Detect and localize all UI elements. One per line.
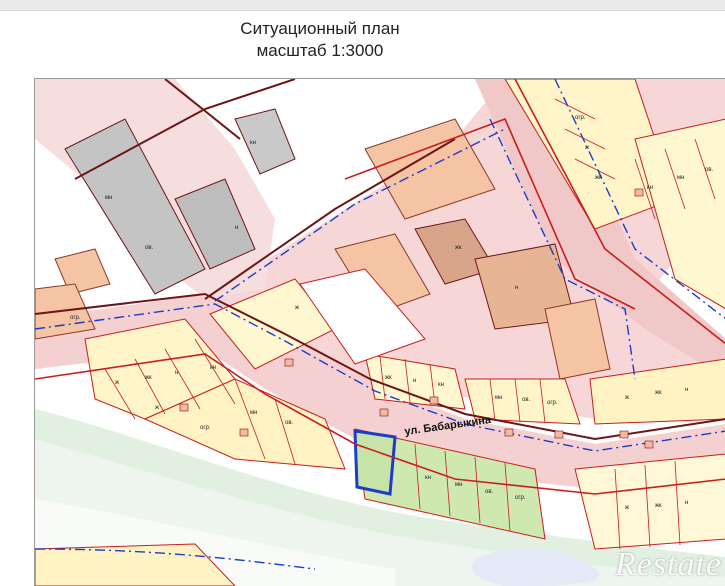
map-title: Ситуационный план [240, 19, 400, 38]
zone-label: кн [250, 140, 256, 146]
watermark: Restate [614, 546, 722, 583]
zone-label: н [685, 500, 688, 506]
zone-label: мн [455, 482, 462, 488]
zone-label: ов. [705, 167, 714, 173]
zone-label: н [235, 225, 238, 231]
zone-label: огр. [70, 315, 81, 321]
zone-label: кн [647, 185, 653, 191]
zone-label: огр. [547, 400, 558, 406]
map-scale: масштаб 1:3000 [256, 41, 384, 60]
zone-label: мн [105, 195, 112, 201]
zone-label: кн [438, 382, 444, 388]
situational-plan-map[interactable]: ул. Бабарыкина ж жк н кн мн ов. огр. ж жк н кн мн ов… [34, 78, 725, 586]
zone-label: огр. [200, 425, 211, 431]
zone-label: ов. [145, 245, 154, 251]
zone-label: жк [385, 375, 392, 381]
top-bar [0, 0, 725, 11]
zone-label: жк [455, 245, 462, 251]
zone-label: ж [625, 395, 629, 401]
zone-label: н [515, 285, 518, 291]
zone-label: огр. [575, 115, 586, 121]
zone-label: ж [625, 505, 629, 511]
zone-label: мн [677, 175, 684, 181]
zone-label: н [175, 370, 178, 376]
zone-label: мн [495, 395, 502, 401]
parcel-yellow-9 [574, 453, 725, 550]
zone-label: кн [425, 475, 431, 481]
zone-label: ов. [522, 397, 531, 403]
zone-label: жк [595, 175, 602, 181]
zone-label: жк [655, 390, 662, 396]
zone-label: жк [655, 503, 662, 509]
zone-label: кн [210, 365, 216, 371]
zone-label: ов. [485, 489, 494, 495]
zone-label: н [685, 387, 688, 393]
zone-label: ж [295, 305, 299, 311]
zone-label: ов. [285, 420, 294, 426]
zone-label: мн [250, 410, 257, 416]
zone-label: огр. [515, 495, 526, 501]
zone-label: н [413, 378, 416, 384]
zone-label: ж [585, 145, 589, 151]
map-canvas[interactable]: ул. Бабарыкина жжкнкнмнов.огр.жжк нкнмн ов… [35, 79, 725, 586]
zone-label: ж [155, 405, 159, 411]
selected-parcel[interactable] [353, 429, 397, 496]
zone-label: ж [115, 380, 119, 386]
zone-label: жк [145, 375, 152, 381]
map-title-block: Ситуационный план масштаб 1:3000 [0, 18, 640, 62]
